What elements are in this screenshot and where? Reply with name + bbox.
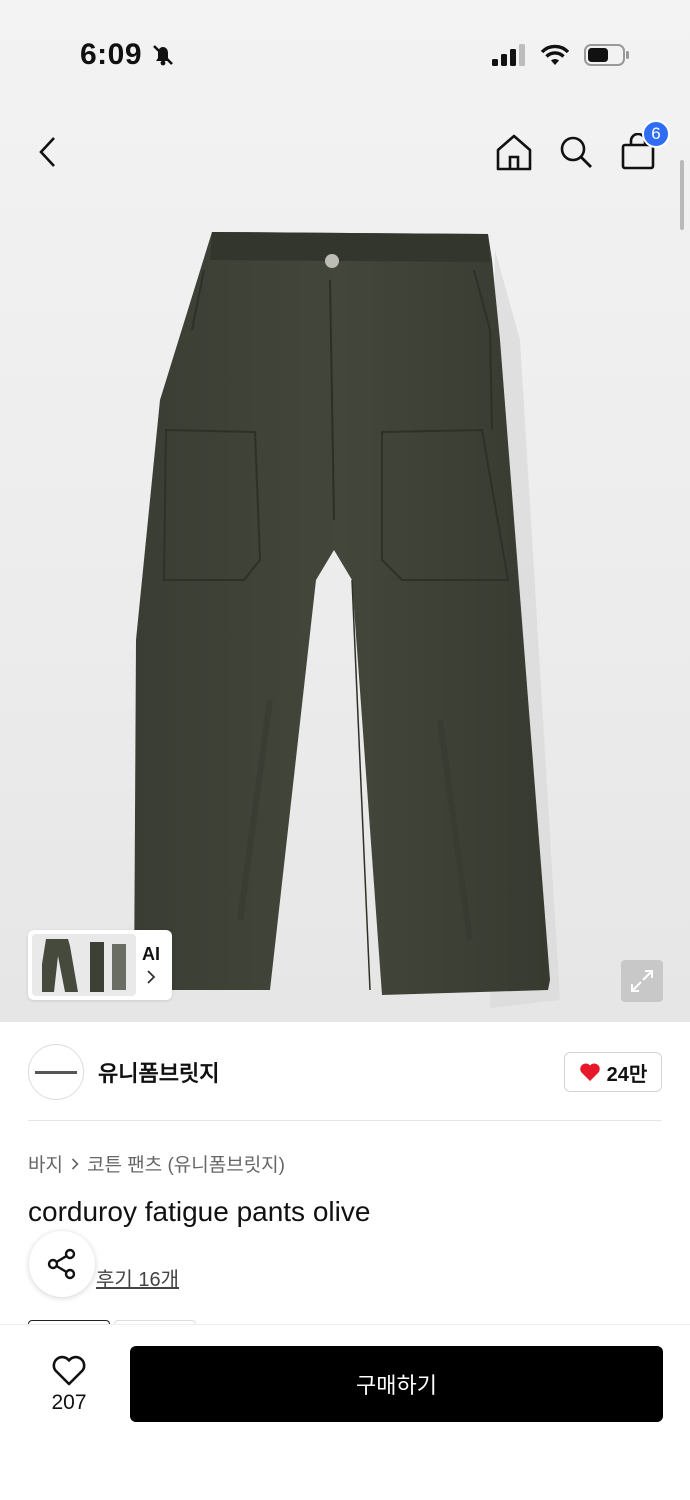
- brand-logo[interactable]: [28, 1044, 84, 1100]
- expand-image-button[interactable]: [621, 960, 663, 1002]
- home-button[interactable]: [490, 128, 538, 176]
- ai-thumbnail-button[interactable]: AI: [28, 930, 172, 1000]
- brand-like-count: 24만: [606, 1063, 648, 1086]
- search-button[interactable]: [552, 128, 600, 176]
- wishlist-button[interactable]: 207: [28, 1349, 110, 1421]
- product-title: corduroy fatigue pants olive: [28, 1196, 371, 1227]
- thumbnail-image: [32, 934, 136, 996]
- ai-indicator: AI: [142, 945, 160, 985]
- signal-icon: [492, 44, 525, 66]
- heart-outline-icon: [52, 1355, 86, 1386]
- brand-row: 유니폼브릿지 24만: [28, 1044, 662, 1100]
- bottom-action-bar: 207 구매하기: [0, 1324, 690, 1500]
- scrollbar[interactable]: [680, 160, 684, 230]
- chevron-right-icon: [147, 970, 156, 984]
- battery-icon: [584, 44, 629, 66]
- heart-filled-icon: [579, 1063, 600, 1081]
- breadcrumb: 바지 코튼 팬츠 (유니폼브릿지): [28, 1150, 285, 1177]
- chevron-left-icon: [39, 137, 55, 167]
- cart-button[interactable]: 6: [614, 120, 670, 176]
- status-bar: 6:09: [0, 0, 690, 110]
- divider: [28, 1120, 662, 1121]
- wishlist-count: 207: [51, 1391, 87, 1414]
- silent-mode-icon: [153, 45, 173, 66]
- product-image: [134, 232, 560, 1008]
- share-icon: [47, 1248, 76, 1280]
- cart-count-badge: 6: [642, 120, 670, 148]
- status-time: 6:09: [80, 38, 143, 71]
- breadcrumb-category[interactable]: 바지: [28, 1150, 63, 1177]
- brand-like-button[interactable]: 24만: [564, 1052, 662, 1092]
- brand-name[interactable]: 유니폼브릿지: [98, 1056, 219, 1088]
- expand-icon: [631, 970, 653, 992]
- reviews-link[interactable]: 후기 16개: [96, 1263, 179, 1292]
- home-icon: [496, 134, 532, 171]
- chevron-right-icon: [71, 1157, 79, 1170]
- search-icon: [560, 136, 592, 168]
- ai-label: AI: [142, 944, 160, 964]
- breadcrumb-subcategory[interactable]: 코튼 팬츠 (유니폼브릿지): [87, 1150, 285, 1177]
- top-navigation: 6: [0, 110, 690, 194]
- share-button[interactable]: [29, 1231, 95, 1297]
- back-button[interactable]: [24, 128, 72, 176]
- buy-button[interactable]: 구매하기: [130, 1346, 663, 1422]
- wifi-icon: [540, 44, 570, 65]
